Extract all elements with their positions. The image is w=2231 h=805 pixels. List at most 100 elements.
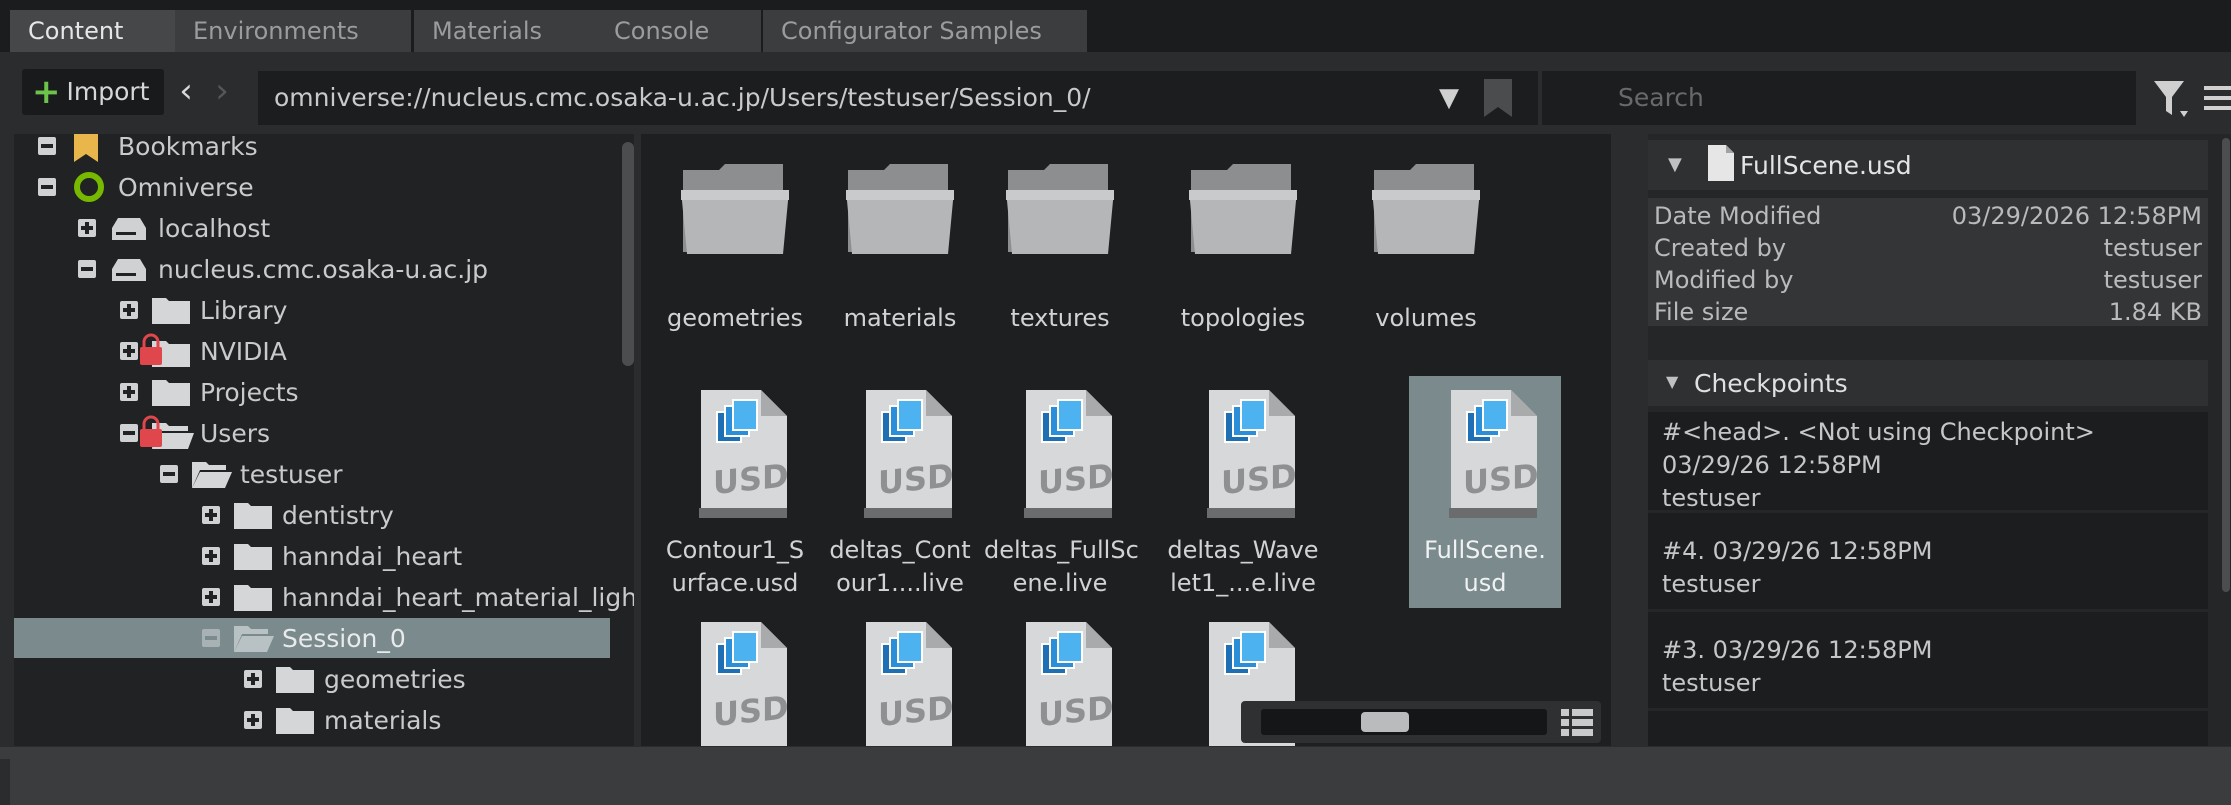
tree-item-users[interactable]: Users — [14, 413, 614, 453]
file-tile-deltas-fullscene[interactable]: USD deltas_FullSc ene.live — [984, 376, 1139, 608]
folder-icon — [1372, 164, 1480, 254]
path-dropdown-icon[interactable]: ▼ — [1439, 71, 1479, 125]
file-tile[interactable]: USD — [659, 608, 811, 746]
folder-icon — [276, 667, 314, 693]
usd-badge: USD — [1038, 688, 1114, 734]
tree-item-label: materials — [324, 706, 442, 735]
collapse-toggle-icon[interactable] — [38, 178, 56, 196]
tree-item-materials[interactable]: materials — [14, 700, 614, 740]
tree-item-hanndai-heart-material[interactable]: hanndai_heart_material_ligh — [14, 577, 634, 617]
file-tile-deltas-wavelet1[interactable]: USD deltas_Wave let1_...e.live — [1167, 376, 1319, 608]
folder-icon — [234, 503, 272, 529]
folder-tile-materials[interactable]: materials — [824, 134, 976, 366]
expand-toggle-icon[interactable] — [120, 383, 138, 401]
checkpoint-item-3[interactable]: #3. 03/29/26 12:58PM testuser — [1648, 612, 2208, 708]
slider-track[interactable] — [1261, 709, 1547, 735]
expand-toggle-icon[interactable] — [202, 547, 220, 565]
collapse-toggle-icon[interactable] — [202, 629, 220, 647]
slider-thumb[interactable] — [1361, 712, 1409, 732]
checkpoint-item-head[interactable]: #<head>. <Not using Checkpoint> 03/29/26… — [1648, 412, 2208, 512]
tree-item-localhost[interactable]: localhost — [14, 208, 614, 248]
expand-toggle-icon[interactable] — [120, 301, 138, 319]
tree-item-geometries[interactable]: geometries — [14, 659, 614, 699]
folder-icon — [234, 544, 272, 570]
bookmark-icon — [74, 134, 98, 162]
tree-item-library[interactable]: Library — [14, 290, 614, 330]
collapse-toggle-icon[interactable] — [120, 424, 138, 442]
filter-icon[interactable] — [2154, 79, 2188, 119]
checkpoints-header[interactable]: ▼ Checkpoints — [1648, 360, 2208, 406]
folder-icon — [152, 380, 190, 406]
tile-label-line2: ene.live — [1012, 569, 1108, 597]
expand-toggle-icon[interactable] — [120, 342, 138, 360]
tree-item-omniverse[interactable]: Omniverse — [14, 167, 614, 207]
meta-key: Modified by — [1654, 266, 1794, 294]
tree-item-hanndai-heart[interactable]: hanndai_heart — [14, 536, 614, 576]
tree-item-label: Users — [200, 419, 271, 448]
back-arrow-icon[interactable]: ‹ — [174, 71, 198, 115]
expand-toggle-icon[interactable] — [202, 506, 220, 524]
hamburger-menu-icon[interactable] — [2204, 83, 2231, 113]
expand-toggle-icon[interactable] — [244, 670, 262, 688]
caret-down-icon: ▼ — [1668, 154, 1682, 175]
meta-key: Date Modified — [1654, 202, 1822, 230]
tile-label-line2: our1....live — [836, 569, 964, 597]
file-tile-fullscene-usd[interactable]: USD FullScene. usd — [1409, 376, 1561, 608]
checkpoint-item[interactable] — [1648, 711, 2208, 746]
server-icon — [112, 259, 146, 281]
tab-configurator-samples[interactable]: Configurator Samples — [763, 10, 1087, 52]
expand-toggle-icon[interactable] — [202, 588, 220, 606]
meta-row-modified-by: Modified by testuser — [1648, 264, 2208, 296]
folder-tile-volumes[interactable]: volumes — [1350, 134, 1502, 366]
tile-label-line1: deltas_FullSc — [984, 536, 1139, 564]
expand-toggle-icon[interactable] — [244, 711, 262, 729]
panel-splitter[interactable] — [0, 747, 2231, 759]
tree-scrollbar[interactable] — [622, 142, 634, 366]
tab-environments[interactable]: Environments — [175, 10, 411, 52]
path-field[interactable]: omniverse://nucleus.cmc.osaka-u.ac.jp/Us… — [258, 71, 1538, 125]
file-tile-contour1-surface[interactable]: USD Contour1_S urface.usd — [659, 376, 811, 608]
tree-item-nucleus-server[interactable]: nucleus.cmc.osaka-u.ac.jp — [14, 249, 614, 289]
tree-item-dentistry[interactable]: dentistry — [14, 495, 614, 535]
forward-arrow-icon[interactable]: › — [210, 71, 234, 115]
meta-value: testuser — [2103, 234, 2202, 262]
folder-icon — [152, 298, 190, 324]
locked-folder-icon — [140, 333, 190, 367]
tree-item-bookmarks[interactable]: Bookmarks — [14, 134, 614, 166]
tree-item-label: Library — [200, 296, 288, 325]
tree-item-label: hanndai_heart — [282, 542, 463, 571]
tab-console[interactable]: Console — [596, 10, 761, 52]
checkpoint-item-4[interactable]: #4. 03/29/26 12:58PM testuser — [1648, 513, 2208, 609]
file-info-header[interactable]: ▼ FullScene.usd — [1648, 140, 2208, 190]
checkpoint-line: 03/29/26 12:58PM — [1662, 451, 1882, 479]
server-icon — [112, 218, 146, 240]
folder-tile-textures[interactable]: textures — [984, 134, 1136, 366]
search-input[interactable]: Search — [1542, 71, 2136, 125]
file-tile[interactable]: USD — [984, 608, 1136, 746]
tree-item-label: Omniverse — [118, 173, 254, 202]
folder-tile-geometries[interactable]: geometries — [659, 134, 811, 366]
tree-item-label: dentistry — [282, 501, 394, 530]
collapse-toggle-icon[interactable] — [160, 465, 178, 483]
tree-item-label: testuser — [240, 460, 343, 489]
file-tile-deltas-contour1[interactable]: USD deltas_Cont our1....live — [824, 376, 976, 608]
details-scrollbar[interactable] — [2222, 138, 2230, 592]
list-view-icon[interactable] — [1561, 707, 1593, 737]
tree-item-testuser[interactable]: testuser — [14, 454, 614, 494]
collapse-toggle-icon[interactable] — [78, 260, 96, 278]
plus-icon: + — [32, 72, 61, 112]
tab-materials[interactable]: Materials — [414, 10, 607, 52]
tab-bar: Content Environments Materials Console C… — [0, 0, 2231, 52]
file-tile[interactable]: USD — [824, 608, 976, 746]
collapse-toggle-icon[interactable] — [38, 137, 56, 155]
import-button[interactable]: + Import — [22, 69, 164, 115]
usd-file-icon: USD — [1026, 622, 1114, 746]
status-bar — [10, 759, 2231, 805]
tab-content[interactable]: Content — [10, 10, 175, 52]
tree-item-nvidia[interactable]: NVIDIA — [14, 331, 614, 371]
expand-toggle-icon[interactable] — [78, 219, 96, 237]
tree-item-session-0[interactable]: Session_0 — [14, 618, 610, 658]
bookmark-path-icon[interactable] — [1484, 79, 1512, 117]
tree-item-projects[interactable]: Projects — [14, 372, 614, 412]
folder-tile-topologies[interactable]: topologies — [1167, 134, 1319, 366]
